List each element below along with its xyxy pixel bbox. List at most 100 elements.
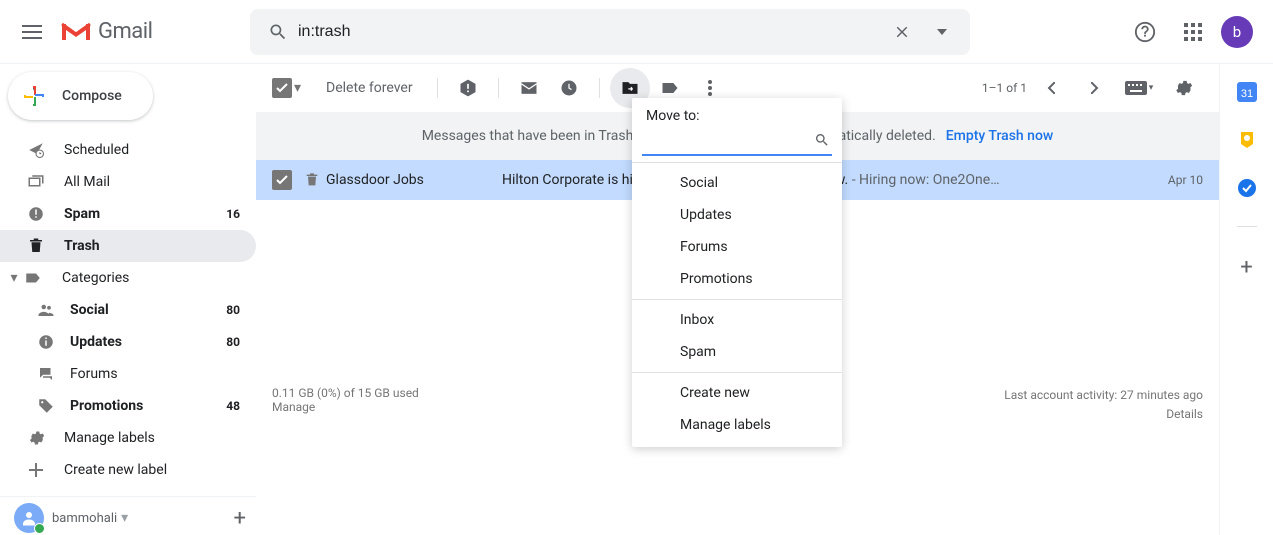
calendar-addon[interactable]: 31 xyxy=(1237,82,1257,102)
settings-button[interactable] xyxy=(1163,68,1203,108)
apps-grid-icon xyxy=(1184,23,1202,41)
keep-icon xyxy=(1237,130,1257,150)
sidebar-item-spam[interactable]: Spam 16 xyxy=(0,198,256,230)
mail-date: Apr 10 xyxy=(1168,173,1203,187)
sidebar-item-categories[interactable]: ▾ Categories xyxy=(0,262,256,294)
sidebar: Compose Scheduled All Mail Spam 16 Trash… xyxy=(0,64,256,535)
main-menu-button[interactable] xyxy=(8,8,56,56)
support-button[interactable] xyxy=(1125,12,1165,52)
details-link[interactable]: Details xyxy=(1004,405,1203,424)
account-avatar[interactable]: b xyxy=(1221,16,1253,48)
apps-button[interactable] xyxy=(1173,12,1213,52)
caret-down-icon[interactable]: ▾ xyxy=(121,510,128,526)
mark-unread-button[interactable] xyxy=(509,68,549,108)
side-panel: 31 + xyxy=(1219,64,1273,535)
popup-search-input[interactable] xyxy=(642,130,832,145)
compose-label: Compose xyxy=(62,88,122,104)
popup-title: Move to: xyxy=(632,98,842,128)
popup-search xyxy=(642,130,832,156)
spam-icon xyxy=(26,205,46,223)
popup-item-forums[interactable]: Forums xyxy=(632,231,842,263)
snooze-button[interactable] xyxy=(549,68,589,108)
popup-item-manage[interactable]: Manage labels xyxy=(632,409,842,441)
caret-down-icon: ▾ xyxy=(4,270,24,286)
popup-item-spam[interactable]: Spam xyxy=(632,336,842,368)
product-name: Gmail xyxy=(98,19,152,44)
sidebar-item-trash[interactable]: Trash xyxy=(0,230,256,262)
sidebar-manage-labels[interactable]: Manage labels xyxy=(0,422,256,454)
get-addons-button[interactable]: + xyxy=(1240,255,1252,280)
tasks-addon[interactable] xyxy=(1237,178,1257,198)
manage-storage-link[interactable]: Manage xyxy=(272,400,419,414)
select-dropdown[interactable]: ▾ xyxy=(294,80,308,96)
select-all-checkbox[interactable] xyxy=(272,78,292,98)
header-actions: b xyxy=(1125,12,1265,52)
tasks-icon xyxy=(1237,178,1257,198)
check-icon xyxy=(276,175,288,185)
move-to-popup: Move to: Social Updates Forums Promotion… xyxy=(632,98,842,447)
next-page-button[interactable] xyxy=(1075,68,1115,108)
hangouts-avatar[interactable] xyxy=(14,503,44,533)
gear-icon xyxy=(1173,78,1193,98)
row-checkbox[interactable] xyxy=(272,170,292,190)
prev-page-button[interactable] xyxy=(1031,68,1071,108)
mail-snippet: - Hiring now: One2One… xyxy=(848,172,999,188)
sidebar-item-updates[interactable]: Updates 80 xyxy=(0,326,256,358)
more-vert-icon xyxy=(708,80,712,96)
page-count: 1–1 of 1 xyxy=(982,81,1027,95)
search-button[interactable] xyxy=(258,12,298,52)
gear-icon xyxy=(26,429,46,447)
clock-icon xyxy=(559,78,579,98)
keep-addon[interactable] xyxy=(1237,130,1257,150)
mail-icon xyxy=(519,78,539,98)
people-icon xyxy=(36,301,56,319)
label-icon xyxy=(24,269,44,287)
help-icon xyxy=(1134,21,1156,43)
folder-move-icon xyxy=(620,78,640,98)
scheduled-icon xyxy=(26,141,46,159)
new-chat-button[interactable]: + xyxy=(234,506,246,531)
search-bar xyxy=(250,9,970,55)
search-icon xyxy=(268,22,288,42)
hamburger-icon xyxy=(22,25,42,39)
person-icon xyxy=(20,509,38,527)
toolbar-right: 1–1 of 1 ▾ xyxy=(982,68,1203,108)
product-logo[interactable]: Gmail xyxy=(60,19,250,44)
gmail-m-icon xyxy=(60,20,92,44)
sidebar-item-scheduled[interactable]: Scheduled xyxy=(0,134,256,166)
sidebar-item-promotions[interactable]: Promotions 48 xyxy=(0,390,256,422)
label-icon xyxy=(660,78,680,98)
input-tools-button[interactable]: ▾ xyxy=(1119,68,1159,108)
trash-icon xyxy=(26,237,46,255)
clear-search-button[interactable] xyxy=(882,12,922,52)
sidebar-create-label[interactable]: Create new label xyxy=(0,454,256,486)
empty-trash-link[interactable]: Empty Trash now xyxy=(946,128,1054,144)
delete-forever-button[interactable]: Delete forever xyxy=(326,80,413,96)
compose-button[interactable]: Compose xyxy=(8,72,153,120)
close-icon xyxy=(893,23,911,41)
popup-item-create[interactable]: Create new xyxy=(632,377,842,409)
plus-icon xyxy=(26,462,46,478)
search-icon xyxy=(814,132,830,148)
search-input[interactable] xyxy=(298,23,882,41)
storage-text: 0.11 GB (0%) of 15 GB used xyxy=(272,386,419,400)
report-spam-button[interactable] xyxy=(448,68,488,108)
caret-down-icon xyxy=(937,29,947,35)
popup-item-promotions[interactable]: Promotions xyxy=(632,263,842,295)
popup-item-social[interactable]: Social xyxy=(632,167,842,199)
popup-item-inbox[interactable]: Inbox xyxy=(632,304,842,336)
compose-plus-icon xyxy=(22,84,46,108)
folder-list: Scheduled All Mail Spam 16 Trash ▾ Categ… xyxy=(0,134,256,486)
activity-text: Last account activity: 27 minutes ago xyxy=(1004,386,1203,405)
hangouts-user: bammohali xyxy=(52,511,117,526)
stack-icon xyxy=(26,173,46,191)
keyboard-icon xyxy=(1125,81,1147,95)
popup-item-updates[interactable]: Updates xyxy=(632,199,842,231)
sidebar-item-allmail[interactable]: All Mail xyxy=(0,166,256,198)
mail-sender: Glassdoor Jobs xyxy=(326,172,502,188)
trash-icon xyxy=(304,172,320,188)
search-options-button[interactable] xyxy=(922,12,962,52)
sidebar-item-forums[interactable]: Forums xyxy=(0,358,256,390)
sidebar-item-social[interactable]: Social 80 xyxy=(0,294,256,326)
chevron-right-icon xyxy=(1091,82,1099,94)
